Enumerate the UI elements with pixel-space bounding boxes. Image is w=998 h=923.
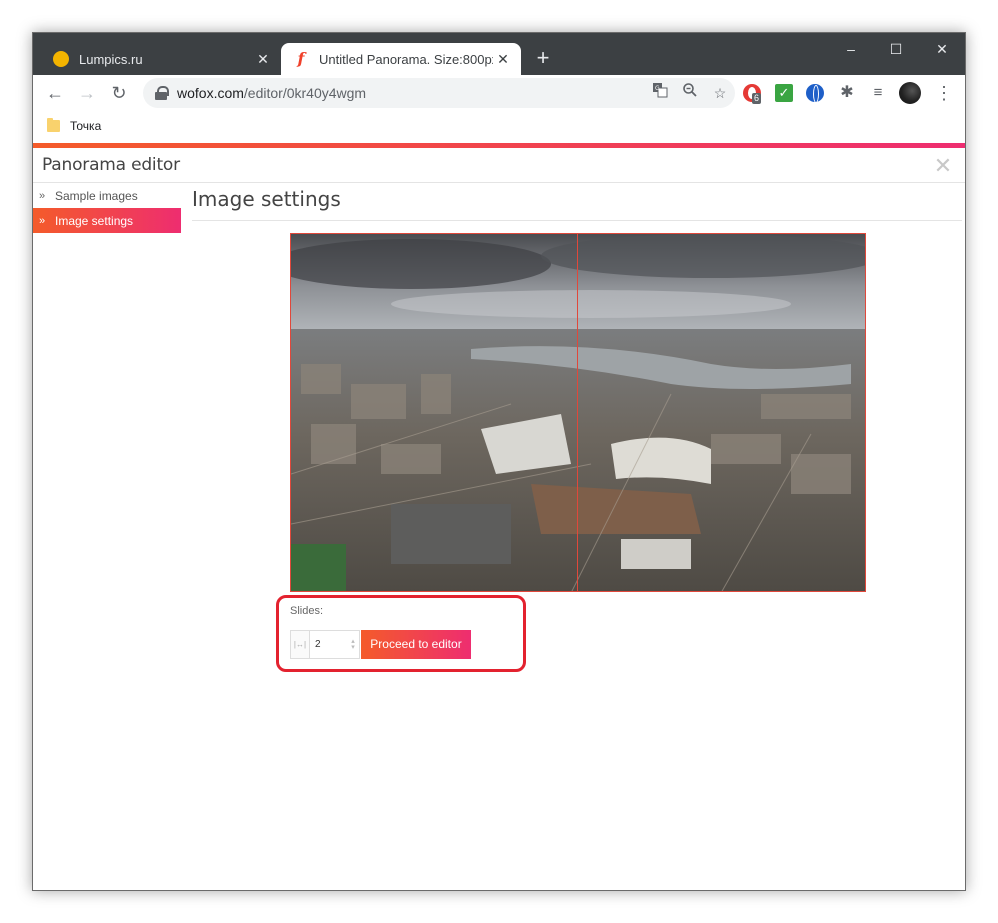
sidebar-item-image-settings[interactable]: » Image settings (33, 208, 181, 233)
extensions-puzzle-icon[interactable]: ✱ (838, 84, 856, 102)
tab-strip: Lumpics.ru ✕ f Untitled Panorama. Size:8… (33, 33, 965, 75)
url-host: wofox.com (177, 85, 244, 101)
url-text[interactable]: wofox.com/editor/0kr40y4wgm (177, 85, 645, 101)
wofox-favicon-icon: f (297, 49, 305, 68)
tab-title: Untitled Panorama. Size:800px x (319, 51, 493, 67)
lock-icon[interactable] (155, 86, 169, 100)
tab-panorama[interactable]: f Untitled Panorama. Size:800px x ✕ (281, 43, 521, 75)
url-path: /editor/0kr40y4wgm (243, 85, 367, 101)
close-window-button[interactable]: ✕ (928, 39, 956, 59)
sidebar-item-label: Image settings (55, 213, 134, 228)
minimize-button[interactable]: – (837, 39, 865, 59)
back-button[interactable]: ← (43, 81, 67, 105)
svg-text:G: G (655, 85, 660, 92)
annotation-highlight-box (276, 595, 526, 672)
browser-window: Lumpics.ru ✕ f Untitled Panorama. Size:8… (32, 32, 966, 891)
lumpics-favicon-icon (53, 51, 69, 67)
translate-icon[interactable]: G (645, 78, 675, 108)
slide-divider-line (577, 234, 578, 591)
editor-title: Panorama editor (42, 155, 180, 175)
tab-title: Lumpics.ru (79, 51, 143, 67)
profile-avatar[interactable] (899, 82, 921, 104)
tab-lumpics[interactable]: Lumpics.ru ✕ (41, 43, 281, 75)
double-chevron-icon: » (39, 189, 46, 202)
folder-icon (47, 118, 60, 132)
extension-badge: 6 (752, 93, 762, 104)
section-title: Image settings (192, 187, 341, 211)
opera-extension-icon[interactable]: 6 (743, 84, 762, 104)
tab-close-icon[interactable]: ✕ (253, 51, 273, 68)
editor-close-icon[interactable]: ✕ (933, 155, 953, 177)
panorama-preview (290, 233, 866, 592)
double-chevron-icon: » (39, 214, 46, 227)
forward-button[interactable]: → (75, 81, 99, 105)
page-content: Panorama editor ✕ » Sample images » Imag… (33, 143, 965, 890)
address-bar[interactable]: wofox.com/editor/0kr40y4wgm G ☆ (143, 78, 735, 108)
checkmark-extension-icon[interactable]: ✓ (775, 84, 793, 102)
sidebar-item-sample-images[interactable]: » Sample images (33, 183, 181, 208)
globe-extension-icon[interactable] (806, 84, 824, 103)
tab-close-icon[interactable]: ✕ (493, 51, 513, 68)
bookmark-folder[interactable]: Точка (47, 117, 101, 135)
new-tab-button[interactable]: + (531, 47, 555, 71)
zoom-icon[interactable] (675, 78, 705, 108)
browser-menu-icon[interactable]: ⋮ (935, 81, 953, 105)
sidebar-item-label: Sample images (55, 188, 138, 203)
reload-button[interactable]: ↻ (107, 81, 131, 105)
bookmarks-bar: Точка (33, 111, 965, 141)
browser-toolbar: ← → ↻ wofox.com/editor/0kr40y4wgm G ☆ 6 … (33, 75, 965, 111)
bookmark-star-icon[interactable]: ☆ (705, 78, 735, 108)
panorama-city-image (291, 234, 865, 591)
maximize-button[interactable]: ☐ (882, 39, 910, 59)
section-divider (192, 220, 962, 221)
editor-header: Panorama editor ✕ (33, 148, 965, 183)
editor-sidebar: » Sample images » Image settings (33, 183, 181, 233)
media-control-icon[interactable]: ≡ (869, 84, 887, 102)
bookmark-label: Точка (70, 119, 102, 133)
